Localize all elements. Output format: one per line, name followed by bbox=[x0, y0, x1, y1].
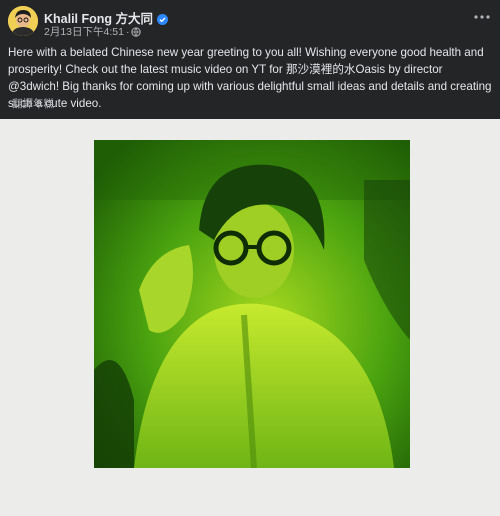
facebook-post: Khalil Fong 方大同 2月13日下午4:51 · Here with a… bbox=[0, 0, 500, 516]
verified-badge-icon bbox=[157, 14, 169, 28]
author-avatar[interactable] bbox=[8, 6, 38, 36]
translate-link[interactable]: 翻譯年糕 bbox=[12, 96, 54, 111]
post-meta: 2月13日下午4:51 · bbox=[44, 24, 142, 40]
post-media[interactable] bbox=[0, 119, 500, 516]
post-header: Khalil Fong 方大同 2月13日下午4:51 · bbox=[0, 0, 500, 40]
more-options-icon[interactable] bbox=[472, 10, 492, 24]
post-timestamp[interactable]: 2月13日下午4:51 bbox=[44, 26, 124, 38]
meta-separator: · bbox=[125, 26, 130, 38]
post-photo[interactable] bbox=[94, 140, 410, 468]
post-text: Here with a belated Chinese new year gre… bbox=[8, 46, 492, 110]
globe-icon bbox=[131, 27, 142, 40]
